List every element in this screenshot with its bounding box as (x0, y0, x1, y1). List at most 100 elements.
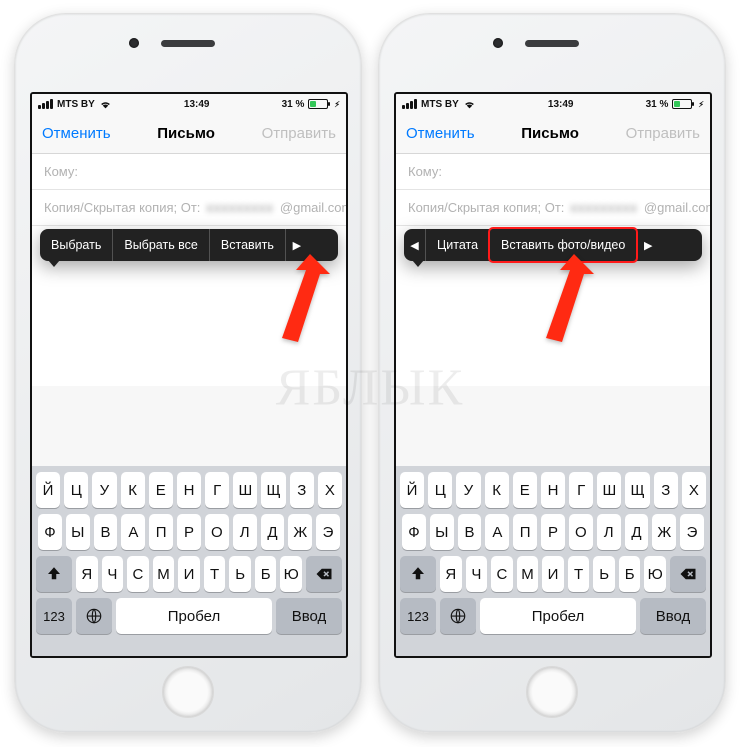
to-field[interactable]: Кому: (396, 154, 710, 190)
key[interactable]: Ж (288, 514, 312, 550)
key[interactable]: Г (205, 472, 229, 508)
ctx-item-select-all[interactable]: Выбрать все (113, 229, 210, 261)
cancel-button[interactable]: Отменить (42, 125, 111, 142)
key[interactable]: Ч (102, 556, 124, 592)
context-menu: ◀ Цитата Вставить фото/видео ▶ (404, 229, 702, 261)
key[interactable]: Ы (430, 514, 454, 550)
key[interactable]: Ч (466, 556, 488, 592)
space-key[interactable]: Пробел (480, 598, 636, 634)
key[interactable]: Ю (280, 556, 302, 592)
key[interactable]: П (513, 514, 537, 550)
key[interactable]: Ш (597, 472, 621, 508)
cc-from-field[interactable]: Копия/Скрытая копия; От: xxxxxxxxx @gmai… (396, 190, 710, 226)
enter-key[interactable]: Ввод (640, 598, 706, 634)
shift-key[interactable] (400, 556, 436, 592)
key[interactable]: Э (680, 514, 704, 550)
ctx-item-paste[interactable]: Вставить (210, 229, 286, 261)
key[interactable]: Э (316, 514, 340, 550)
clock: 13:49 (548, 99, 574, 110)
key[interactable]: К (485, 472, 509, 508)
cancel-button[interactable]: Отменить (406, 125, 475, 142)
space-key[interactable]: Пробел (116, 598, 272, 634)
wifi-icon (99, 99, 112, 109)
key[interactable]: С (127, 556, 149, 592)
key[interactable]: Ф (402, 514, 426, 550)
key[interactable]: Х (682, 472, 706, 508)
key[interactable]: Ь (229, 556, 251, 592)
key[interactable]: Н (177, 472, 201, 508)
key[interactable]: А (121, 514, 145, 550)
key[interactable]: В (94, 514, 118, 550)
key[interactable]: И (178, 556, 200, 592)
numeric-key[interactable]: 123 (36, 598, 72, 634)
ctx-item-select[interactable]: Выбрать (40, 229, 113, 261)
key[interactable]: Ш (233, 472, 257, 508)
key[interactable]: Г (569, 472, 593, 508)
key[interactable]: Д (625, 514, 649, 550)
key[interactable]: Ь (593, 556, 615, 592)
globe-key[interactable] (440, 598, 476, 634)
backspace-key[interactable] (306, 556, 342, 592)
ctx-item-quote[interactable]: Цитата (426, 229, 490, 261)
send-button[interactable]: Отправить (262, 125, 336, 142)
kbd-row-1: Й Ц У К Е Н Г Ш Щ З Х (400, 472, 706, 508)
key[interactable]: И (542, 556, 564, 592)
key[interactable]: Ж (652, 514, 676, 550)
send-button[interactable]: Отправить (626, 125, 700, 142)
key[interactable]: М (517, 556, 539, 592)
key[interactable]: Б (255, 556, 277, 592)
key[interactable]: Ы (66, 514, 90, 550)
ctx-next-arrow[interactable]: ▶ (637, 229, 659, 261)
key[interactable]: Л (597, 514, 621, 550)
key[interactable]: О (569, 514, 593, 550)
key[interactable]: Т (204, 556, 226, 592)
globe-key[interactable] (76, 598, 112, 634)
key[interactable]: Й (36, 472, 60, 508)
key[interactable]: Ю (644, 556, 666, 592)
key[interactable]: Е (513, 472, 537, 508)
key[interactable]: З (290, 472, 314, 508)
ctx-item-insert-photo-video[interactable]: Вставить фото/видео (490, 229, 637, 261)
key[interactable]: А (485, 514, 509, 550)
key[interactable]: Ц (64, 472, 88, 508)
key[interactable]: Р (177, 514, 201, 550)
key[interactable]: Ф (38, 514, 62, 550)
numeric-key[interactable]: 123 (400, 598, 436, 634)
enter-key[interactable]: Ввод (276, 598, 342, 634)
key[interactable]: Щ (261, 472, 285, 508)
key[interactable]: В (458, 514, 482, 550)
key[interactable]: Д (261, 514, 285, 550)
key[interactable]: К (121, 472, 145, 508)
key[interactable]: З (654, 472, 678, 508)
home-button[interactable] (162, 666, 214, 718)
key[interactable]: П (149, 514, 173, 550)
screen-left: MTS BY 13:49 31 % ⚡︎ Отменить Письмо Отп… (30, 92, 348, 658)
key[interactable]: Б (619, 556, 641, 592)
battery-pct: 31 % (282, 99, 305, 110)
key[interactable]: Й (400, 472, 424, 508)
key[interactable]: Н (541, 472, 565, 508)
key[interactable]: Л (233, 514, 257, 550)
key[interactable]: У (92, 472, 116, 508)
cc-from-field[interactable]: Копия/Скрытая копия; От: xxxxxxxxx @gmai… (32, 190, 346, 226)
key[interactable]: Я (440, 556, 462, 592)
key[interactable]: Р (541, 514, 565, 550)
key[interactable]: У (456, 472, 480, 508)
to-field[interactable]: Кому: (32, 154, 346, 190)
ctx-next-arrow[interactable]: ▶ (286, 229, 308, 261)
key[interactable]: Х (318, 472, 342, 508)
key[interactable]: М (153, 556, 175, 592)
carrier-label: MTS BY (421, 99, 459, 110)
key[interactable]: Ц (428, 472, 452, 508)
ctx-prev-arrow[interactable]: ◀ (404, 229, 426, 261)
key[interactable]: С (491, 556, 513, 592)
signal-icon (38, 99, 53, 109)
key[interactable]: Е (149, 472, 173, 508)
key[interactable]: Т (568, 556, 590, 592)
key[interactable]: О (205, 514, 229, 550)
key[interactable]: Щ (625, 472, 649, 508)
backspace-key[interactable] (670, 556, 706, 592)
shift-key[interactable] (36, 556, 72, 592)
home-button[interactable] (526, 666, 578, 718)
key[interactable]: Я (76, 556, 98, 592)
